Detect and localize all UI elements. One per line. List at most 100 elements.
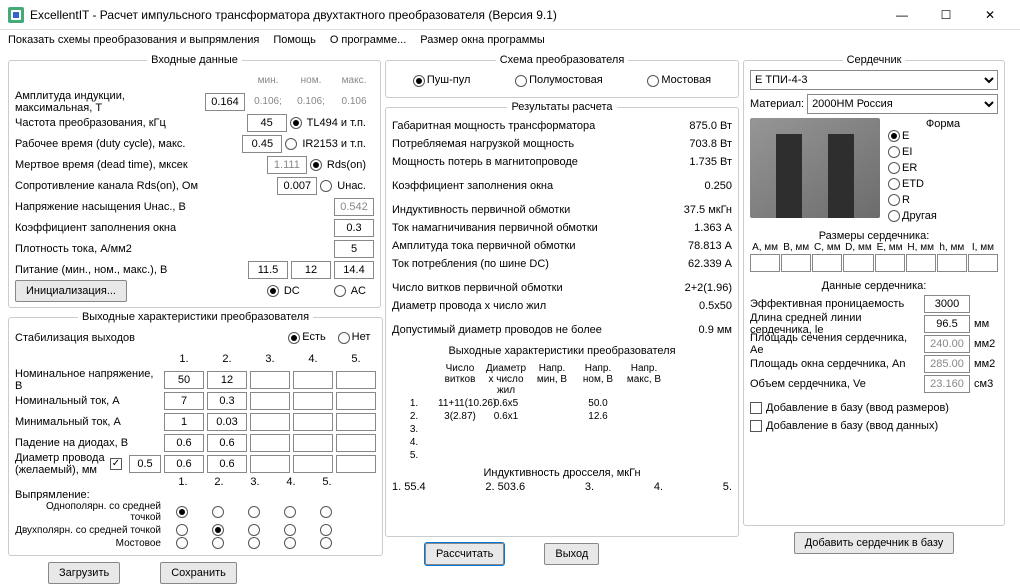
- out3-4-input[interactable]: [336, 434, 376, 452]
- vnom-input[interactable]: [291, 261, 331, 279]
- rect-r2c3-radio[interactable]: [284, 537, 296, 549]
- diam3-input[interactable]: [250, 455, 290, 473]
- diam4-input[interactable]: [293, 455, 333, 473]
- rect-r0c2-radio[interactable]: [248, 506, 260, 518]
- out0-1-input[interactable]: [207, 371, 247, 389]
- rect-r2c4-radio[interactable]: [320, 537, 332, 549]
- dim2-input[interactable]: [812, 254, 842, 272]
- vmax-input[interactable]: [334, 261, 374, 279]
- add-data-check[interactable]: [750, 420, 762, 432]
- coredata4-input[interactable]: [924, 375, 970, 393]
- coredata1-input[interactable]: [924, 315, 970, 333]
- usat-input[interactable]: [334, 198, 374, 216]
- init-button[interactable]: Инициализация...: [15, 280, 127, 302]
- exit-button[interactable]: Выход: [544, 543, 599, 565]
- out2-0-input[interactable]: [164, 413, 204, 431]
- rect-r1c2-radio[interactable]: [248, 524, 260, 536]
- out3-2-input[interactable]: [250, 434, 290, 452]
- jdensity-input[interactable]: [334, 240, 374, 258]
- duty-input[interactable]: [242, 135, 282, 153]
- driver-ir2153-radio[interactable]: [285, 138, 297, 150]
- shape-EI-radio[interactable]: [888, 146, 900, 158]
- calc-button[interactable]: Рассчитать: [425, 543, 504, 565]
- fillcoef-input[interactable]: [334, 219, 374, 237]
- dim0-input[interactable]: [750, 254, 780, 272]
- out2-4-input[interactable]: [336, 413, 376, 431]
- shape-ER-radio[interactable]: [888, 162, 900, 174]
- out3-1-input[interactable]: [207, 434, 247, 452]
- out2-3-input[interactable]: [293, 413, 333, 431]
- dim4-input[interactable]: [875, 254, 905, 272]
- rect-r2c0-radio[interactable]: [176, 537, 188, 549]
- dim1-input[interactable]: [781, 254, 811, 272]
- close-button[interactable]: ✕: [968, 1, 1012, 29]
- deadtime-input[interactable]: [267, 156, 307, 174]
- coredata0-input[interactable]: [924, 295, 970, 313]
- rect-r2c1-radio[interactable]: [212, 537, 224, 549]
- save-button[interactable]: Сохранить: [160, 562, 237, 584]
- diam-check[interactable]: [110, 458, 122, 470]
- rect-r0c4-radio[interactable]: [320, 506, 332, 518]
- out1-0-input[interactable]: [164, 392, 204, 410]
- shape-ETD-radio[interactable]: [888, 178, 900, 190]
- out0-0-input[interactable]: [164, 371, 204, 389]
- maximize-button[interactable]: ☐: [924, 1, 968, 29]
- out2-1-input[interactable]: [207, 413, 247, 431]
- out2-2-input[interactable]: [250, 413, 290, 431]
- dim6-input[interactable]: [937, 254, 967, 272]
- rect-r1c1-radio[interactable]: [212, 524, 224, 536]
- coredata3-input[interactable]: [924, 355, 970, 373]
- diam0-input[interactable]: [129, 455, 161, 473]
- out1-2-input[interactable]: [250, 392, 290, 410]
- vmin-input[interactable]: [248, 261, 288, 279]
- rect-r0c3-radio[interactable]: [284, 506, 296, 518]
- menu-about[interactable]: О программе...: [330, 34, 406, 46]
- dim5-input[interactable]: [906, 254, 936, 272]
- out1-3-input[interactable]: [293, 392, 333, 410]
- out0-3-input[interactable]: [293, 371, 333, 389]
- out1-1-input[interactable]: [207, 392, 247, 410]
- rdson-radio[interactable]: [310, 159, 322, 171]
- driver-tl494-radio[interactable]: [290, 117, 302, 129]
- halfbridge-radio[interactable]: [515, 75, 527, 87]
- fullbridge-radio[interactable]: [647, 75, 659, 87]
- load-button[interactable]: Загрузить: [48, 562, 120, 584]
- dim7-input[interactable]: [968, 254, 998, 272]
- minimize-button[interactable]: —: [880, 1, 924, 29]
- diam2-input[interactable]: [207, 455, 247, 473]
- out1-4-input[interactable]: [336, 392, 376, 410]
- rect-r1c4-radio[interactable]: [320, 524, 332, 536]
- diam5-input[interactable]: [336, 455, 376, 473]
- usat-radio[interactable]: [320, 180, 332, 192]
- diam1-input[interactable]: [164, 455, 204, 473]
- rect-r0c0-radio[interactable]: [176, 506, 188, 518]
- freq-input[interactable]: [247, 114, 287, 132]
- rect-r2c2-radio[interactable]: [248, 537, 260, 549]
- shape-R-radio[interactable]: [888, 194, 900, 206]
- menu-help[interactable]: Помощь: [273, 34, 316, 46]
- ac-radio[interactable]: [334, 285, 346, 297]
- menu-winsize[interactable]: Размер окна программы: [420, 34, 545, 46]
- add-dims-check[interactable]: [750, 402, 762, 414]
- rdson-input[interactable]: [277, 177, 317, 195]
- add-core-button[interactable]: Добавить сердечник в базу: [794, 532, 955, 554]
- out3-0-input[interactable]: [164, 434, 204, 452]
- menu-schemes[interactable]: Показать схемы преобразования и выпрямле…: [8, 34, 259, 46]
- rect-r0c1-radio[interactable]: [212, 506, 224, 518]
- stab-no-radio[interactable]: [338, 332, 350, 344]
- shape-Другая-radio[interactable]: [888, 210, 900, 222]
- material-select[interactable]: 2000НМ Россия: [807, 94, 998, 114]
- rect-r1c0-radio[interactable]: [176, 524, 188, 536]
- rect-r1c3-radio[interactable]: [284, 524, 296, 536]
- out3-3-input[interactable]: [293, 434, 333, 452]
- shape-E-radio[interactable]: [888, 130, 900, 142]
- bmax-input[interactable]: [205, 93, 245, 111]
- out0-2-input[interactable]: [250, 371, 290, 389]
- out0-4-input[interactable]: [336, 371, 376, 389]
- stab-yes-radio[interactable]: [288, 332, 300, 344]
- dim3-input[interactable]: [843, 254, 873, 272]
- dc-radio[interactable]: [267, 285, 279, 297]
- core-select[interactable]: E ТПИ-4-3: [750, 70, 998, 90]
- pushpull-radio[interactable]: [413, 75, 425, 87]
- coredata2-input[interactable]: [924, 335, 970, 353]
